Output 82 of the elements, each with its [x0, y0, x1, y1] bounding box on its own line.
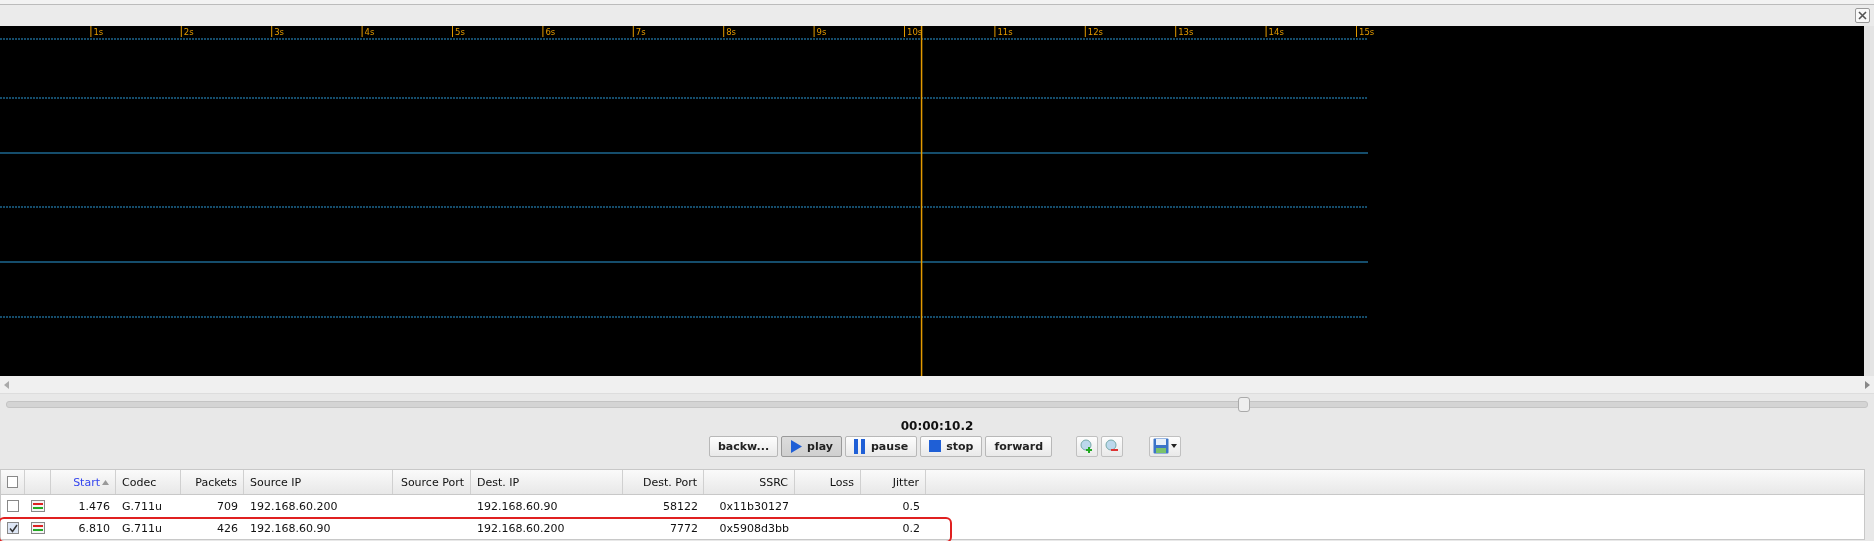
save-dropdown[interactable] — [1149, 435, 1182, 457]
column-header[interactable]: Source Port — [393, 470, 471, 494]
ruler-tick — [271, 26, 273, 38]
ruler-label: 4s — [364, 27, 375, 37]
zoom-out-button[interactable] — [1101, 435, 1124, 457]
ruler-label: 2s — [183, 27, 194, 37]
ruler-label: 9s — [816, 27, 827, 37]
table-cell: 709 — [217, 499, 238, 513]
zoom-in-icon — [1080, 439, 1095, 453]
table-cell: 1.476 — [78, 499, 110, 513]
ruler-tick — [1356, 26, 1357, 38]
playback-button[interactable]: backw... — [708, 435, 779, 457]
ruler-label: 5s — [455, 27, 465, 37]
ruler-tick — [1265, 26, 1267, 38]
zoom-out-icon — [1105, 439, 1120, 453]
ruler-tick — [632, 26, 634, 38]
playhead[interactable] — [920, 26, 923, 376]
zoom-in-button[interactable] — [1076, 435, 1099, 457]
ruler-tick — [452, 26, 453, 38]
ruler-tick — [994, 26, 996, 38]
ruler-tick — [1084, 26, 1086, 38]
column-header[interactable]: SSRC — [704, 470, 795, 494]
table-cell: 192.168.60.200 — [477, 521, 565, 535]
table-cell: G.711u — [122, 499, 162, 513]
ruler-tick — [542, 26, 544, 38]
ruler-label: 11s — [997, 27, 1013, 37]
ruler-tick — [904, 26, 905, 38]
table-cell: 6.810 — [78, 521, 110, 535]
column-header[interactable]: Dest. Port — [623, 470, 704, 494]
table-cell: 0.5 — [902, 499, 920, 513]
ruler-tick — [813, 26, 815, 38]
ruler-tick — [1175, 26, 1177, 38]
table-cell: 426 — [217, 521, 238, 535]
playback-button[interactable]: forward — [985, 435, 1053, 457]
play-button[interactable]: play — [781, 435, 842, 457]
scroll-right-icon[interactable] — [1865, 380, 1870, 389]
column-header[interactable]: Codec — [116, 470, 181, 494]
column-header[interactable]: Dest. IP — [471, 470, 623, 494]
row-checkbox[interactable] — [7, 500, 19, 512]
scroll-left-icon[interactable] — [4, 380, 9, 389]
column-header[interactable]: Loss — [795, 470, 861, 494]
table-cell: 192.168.60.90 — [250, 521, 331, 535]
table-cell: 0.2 — [902, 521, 920, 535]
row-checkbox[interactable] — [7, 522, 19, 534]
table-cell: 192.168.60.90 — [477, 499, 558, 513]
slider-thumb[interactable] — [1237, 396, 1250, 412]
ruler-tick — [180, 26, 182, 38]
ruler-tick — [90, 26, 92, 38]
ruler-label: 14s — [1268, 27, 1284, 37]
close-button[interactable] — [1855, 8, 1870, 23]
ruler-label: 15s — [1359, 27, 1375, 37]
ruler-label: 12s — [1087, 27, 1104, 37]
table-cell: 0x5908d3bb — [719, 521, 789, 535]
play-icon — [790, 439, 803, 453]
column-header[interactable]: Jitter — [861, 470, 926, 494]
ruler-label: 1s — [93, 27, 104, 37]
caret-icon — [1171, 444, 1178, 448]
stop-button[interactable]: stop — [920, 435, 983, 457]
pause-button[interactable]: pause — [845, 435, 918, 457]
stream-icon — [31, 522, 45, 534]
ruler-label: 13s — [1178, 27, 1194, 37]
ruler-label: 7s — [635, 27, 646, 37]
pause-icon — [854, 438, 866, 454]
table-cell: 58122 — [663, 499, 698, 513]
column-header[interactable]: Start — [51, 470, 116, 494]
ruler-tick — [361, 26, 363, 38]
table-cell: 7772 — [670, 521, 698, 535]
table-cell: 0x11b30127 — [719, 499, 789, 513]
stop-icon — [929, 440, 942, 452]
table-cell: 192.168.60.200 — [250, 499, 338, 513]
table-cell: G.711u — [122, 521, 162, 535]
time-display: 00:00:10.2 — [900, 419, 974, 433]
stream-icon — [31, 500, 45, 512]
ruler-label: 3s — [274, 27, 285, 37]
ruler-label: 10s — [907, 27, 923, 37]
select-all-checkbox[interactable] — [7, 476, 18, 488]
ruler-label: 8s — [726, 27, 737, 37]
column-header[interactable]: Source IP — [244, 470, 393, 494]
ruler-label: 6s — [545, 27, 556, 37]
ruler-tick — [723, 26, 725, 38]
sort-ascending-icon — [102, 479, 109, 485]
column-header[interactable]: Packets — [181, 470, 244, 494]
